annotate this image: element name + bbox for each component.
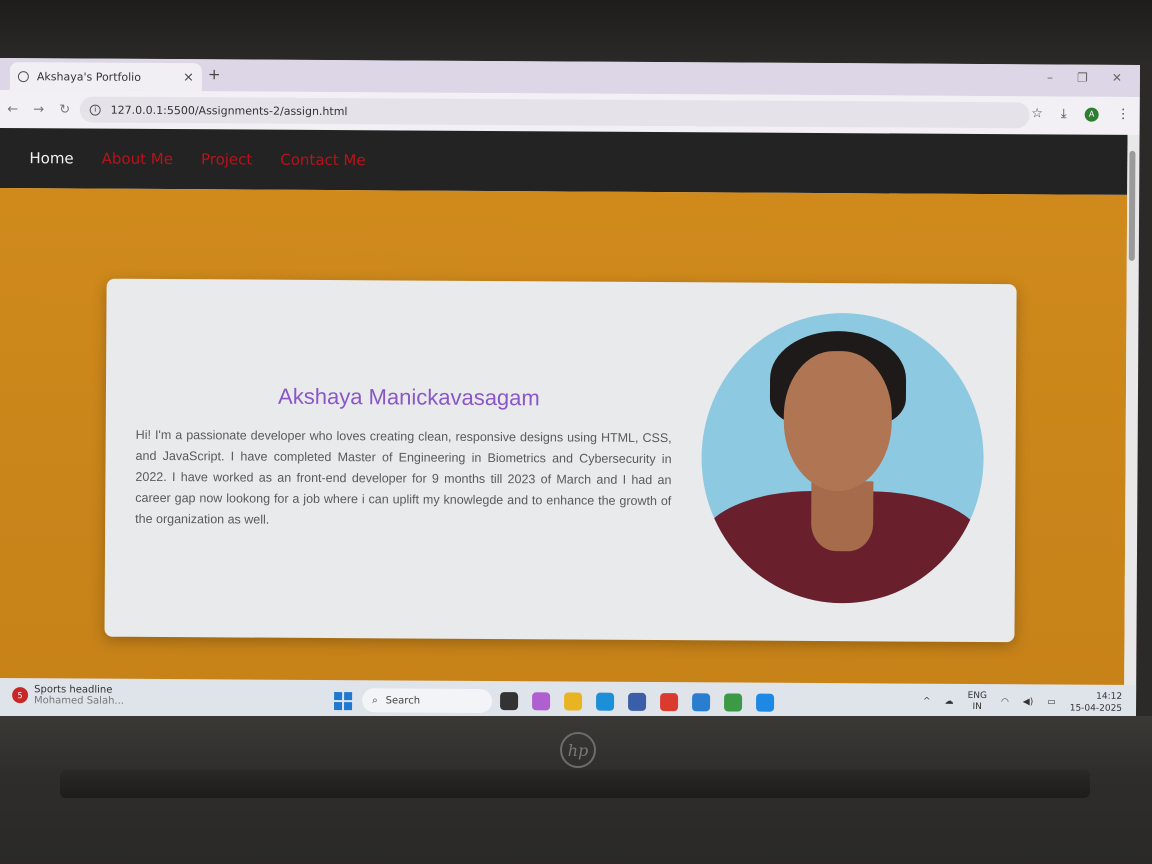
news-subtitle: Mohamed Salah... [34,695,124,707]
volume-icon[interactable]: ◀) [1023,697,1033,707]
file-explorer-icon[interactable] [564,692,583,711]
minimize-icon[interactable]: – [1047,70,1053,84]
chevron-up-icon[interactable]: ^ [923,697,931,707]
laptop-hinge [60,770,1090,798]
copilot-icon[interactable] [532,692,551,711]
globe-icon [17,70,29,82]
taskbar-apps [500,692,775,712]
scroll-thumb[interactable] [1128,150,1136,261]
task-view-icon[interactable] [500,692,519,711]
laptop-screen: Akshaya's Portfolio × + – ❐ ✕ ← → ↻ i 12… [0,58,1140,725]
news-badge-icon: 5 [12,687,29,704]
laptop-bezel-top [0,0,1152,60]
menu-icon[interactable]: ⋮ [1117,107,1130,122]
edge-icon[interactable] [596,692,615,711]
chrome-profile-icon[interactable] [724,693,743,712]
search-icon: ⌕ [372,694,378,706]
nav-about-link[interactable]: About Me [102,150,173,168]
download-icon[interactable]: ⤓ [1061,106,1067,121]
profile-bio: Hi! I'm a passionate developer who loves… [135,427,672,527]
start-button[interactable] [334,692,353,711]
close-window-icon[interactable]: ✕ [1112,71,1122,85]
system-tray: ^ ☁ ENG IN ◠ ◀) ▭ 14:12 15-04-2025 [923,690,1122,715]
nav-project-link[interactable]: Project [201,150,252,168]
info-icon[interactable]: i [89,104,101,116]
address-bar[interactable]: i 127.0.0.1:5500/Assignments-2/assign.ht… [79,96,1030,129]
onedrive-icon[interactable]: ☁ [945,697,954,707]
new-tab-button[interactable]: + [208,65,221,83]
tab-close-icon[interactable]: × [183,70,194,85]
bookmark-star-icon[interactable]: ☆ [1031,106,1043,121]
restore-icon[interactable]: ❐ [1077,71,1088,85]
photos-icon[interactable] [692,693,711,712]
hero-section: Akshaya Manickavasagam Hi! I'm a passion… [0,187,1128,695]
page-scrollbar[interactable] [1124,134,1138,695]
vscode-icon[interactable] [756,693,775,712]
language-indicator[interactable]: ENG IN [967,691,987,713]
chrome-icon[interactable] [660,693,679,712]
url-text: 127.0.0.1:5500/Assignments-2/assign.html [110,103,348,118]
taskbar-search[interactable]: ⌕ Search [362,688,493,714]
search-label: Search [385,694,421,707]
store-icon[interactable] [628,692,647,711]
profile-photo [700,312,985,605]
forward-icon[interactable]: → [26,102,52,117]
battery-icon[interactable]: ▭ [1047,697,1056,707]
profile-name: Akshaya Manickavasagam [278,383,540,411]
wifi-icon[interactable]: ◠ [1001,697,1009,707]
reload-icon[interactable]: ↻ [52,102,78,117]
clock-time: 14:12 [1096,691,1123,702]
clock-date: 15-04-2025 [1069,703,1123,714]
profile-avatar[interactable]: A [1084,107,1099,122]
profile-card: Akshaya Manickavasagam Hi! I'm a passion… [104,278,1017,643]
clock[interactable]: 14:12 15-04-2025 [1070,691,1122,715]
back-icon[interactable]: ← [0,101,26,117]
hp-logo: hp [560,732,596,768]
nav-home-link[interactable]: Home [29,149,73,167]
nav-contact-link[interactable]: Contact Me [280,151,365,170]
news-widget[interactable]: 5 Sports headline Mohamed Salah... [12,684,124,707]
browser-tab[interactable]: Akshaya's Portfolio × [9,62,202,92]
site-navbar: Home About Me Project Contact Me [0,127,1128,195]
news-title: Sports headline [34,684,113,696]
tab-title: Akshaya's Portfolio [36,69,142,84]
